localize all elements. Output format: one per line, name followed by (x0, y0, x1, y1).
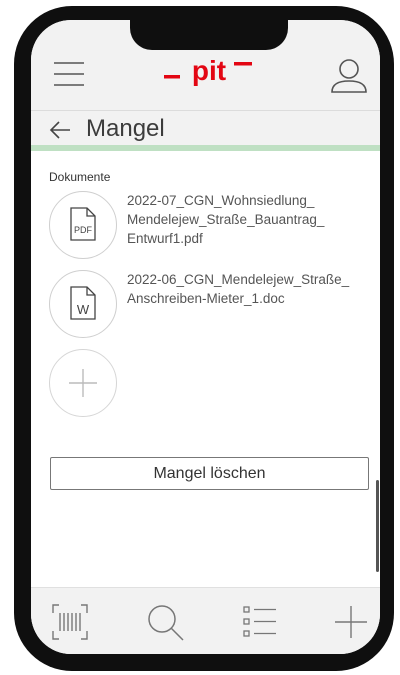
scrollbar[interactable] (376, 480, 379, 572)
add-document-button[interactable] (49, 349, 117, 417)
file-type-label: PDF (74, 225, 93, 235)
back-arrow-icon[interactable] (49, 119, 71, 141)
pdf-file-icon[interactable]: PDF (49, 191, 117, 259)
plus-icon (69, 369, 97, 397)
delete-mangel-button[interactable]: Mangel löschen (50, 457, 369, 490)
page-title: Mangel (86, 115, 165, 142)
documents-section-label: Dokumente (49, 170, 111, 184)
bottom-nav (31, 587, 380, 654)
document-item[interactable]: W 2022-06_CGN_Mendelejew_Straße_ Anschre… (49, 270, 369, 340)
phone-notch (130, 20, 288, 50)
document-name[interactable]: 2022-06_CGN_Mendelejew_Straße_ Anschreib… (127, 270, 377, 308)
hamburger-menu-icon[interactable] (53, 60, 85, 88)
status-divider (31, 145, 380, 151)
list-icon[interactable] (240, 602, 280, 642)
page-subheader: Mangel (31, 111, 380, 147)
barcode-icon[interactable] (50, 602, 90, 642)
file-type-label: W (77, 302, 90, 317)
pit-logo: pit (164, 54, 254, 94)
search-icon[interactable] (145, 602, 185, 642)
word-file-icon[interactable]: W (49, 270, 117, 338)
plus-icon[interactable] (331, 602, 371, 642)
logo-text: pit (192, 55, 226, 86)
document-item[interactable]: PDF 2022-07_CGN_Wohnsiedlung_ Mendelejew… (49, 191, 369, 261)
document-name[interactable]: 2022-07_CGN_Wohnsiedlung_ Mendelejew_Str… (127, 191, 377, 248)
app-screen: pit Mangel Dokumente PDF 2022-07_CGN_Woh… (31, 20, 380, 654)
user-profile-icon[interactable] (329, 56, 369, 96)
